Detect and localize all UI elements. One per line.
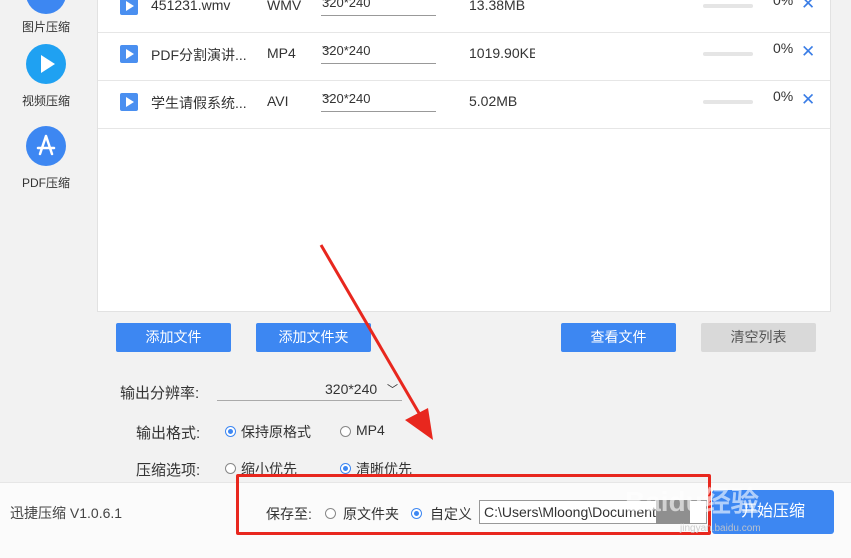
watermark-url: jingyan.baidu.com xyxy=(680,523,761,534)
watermark-text: Baidu经验 xyxy=(625,486,759,517)
